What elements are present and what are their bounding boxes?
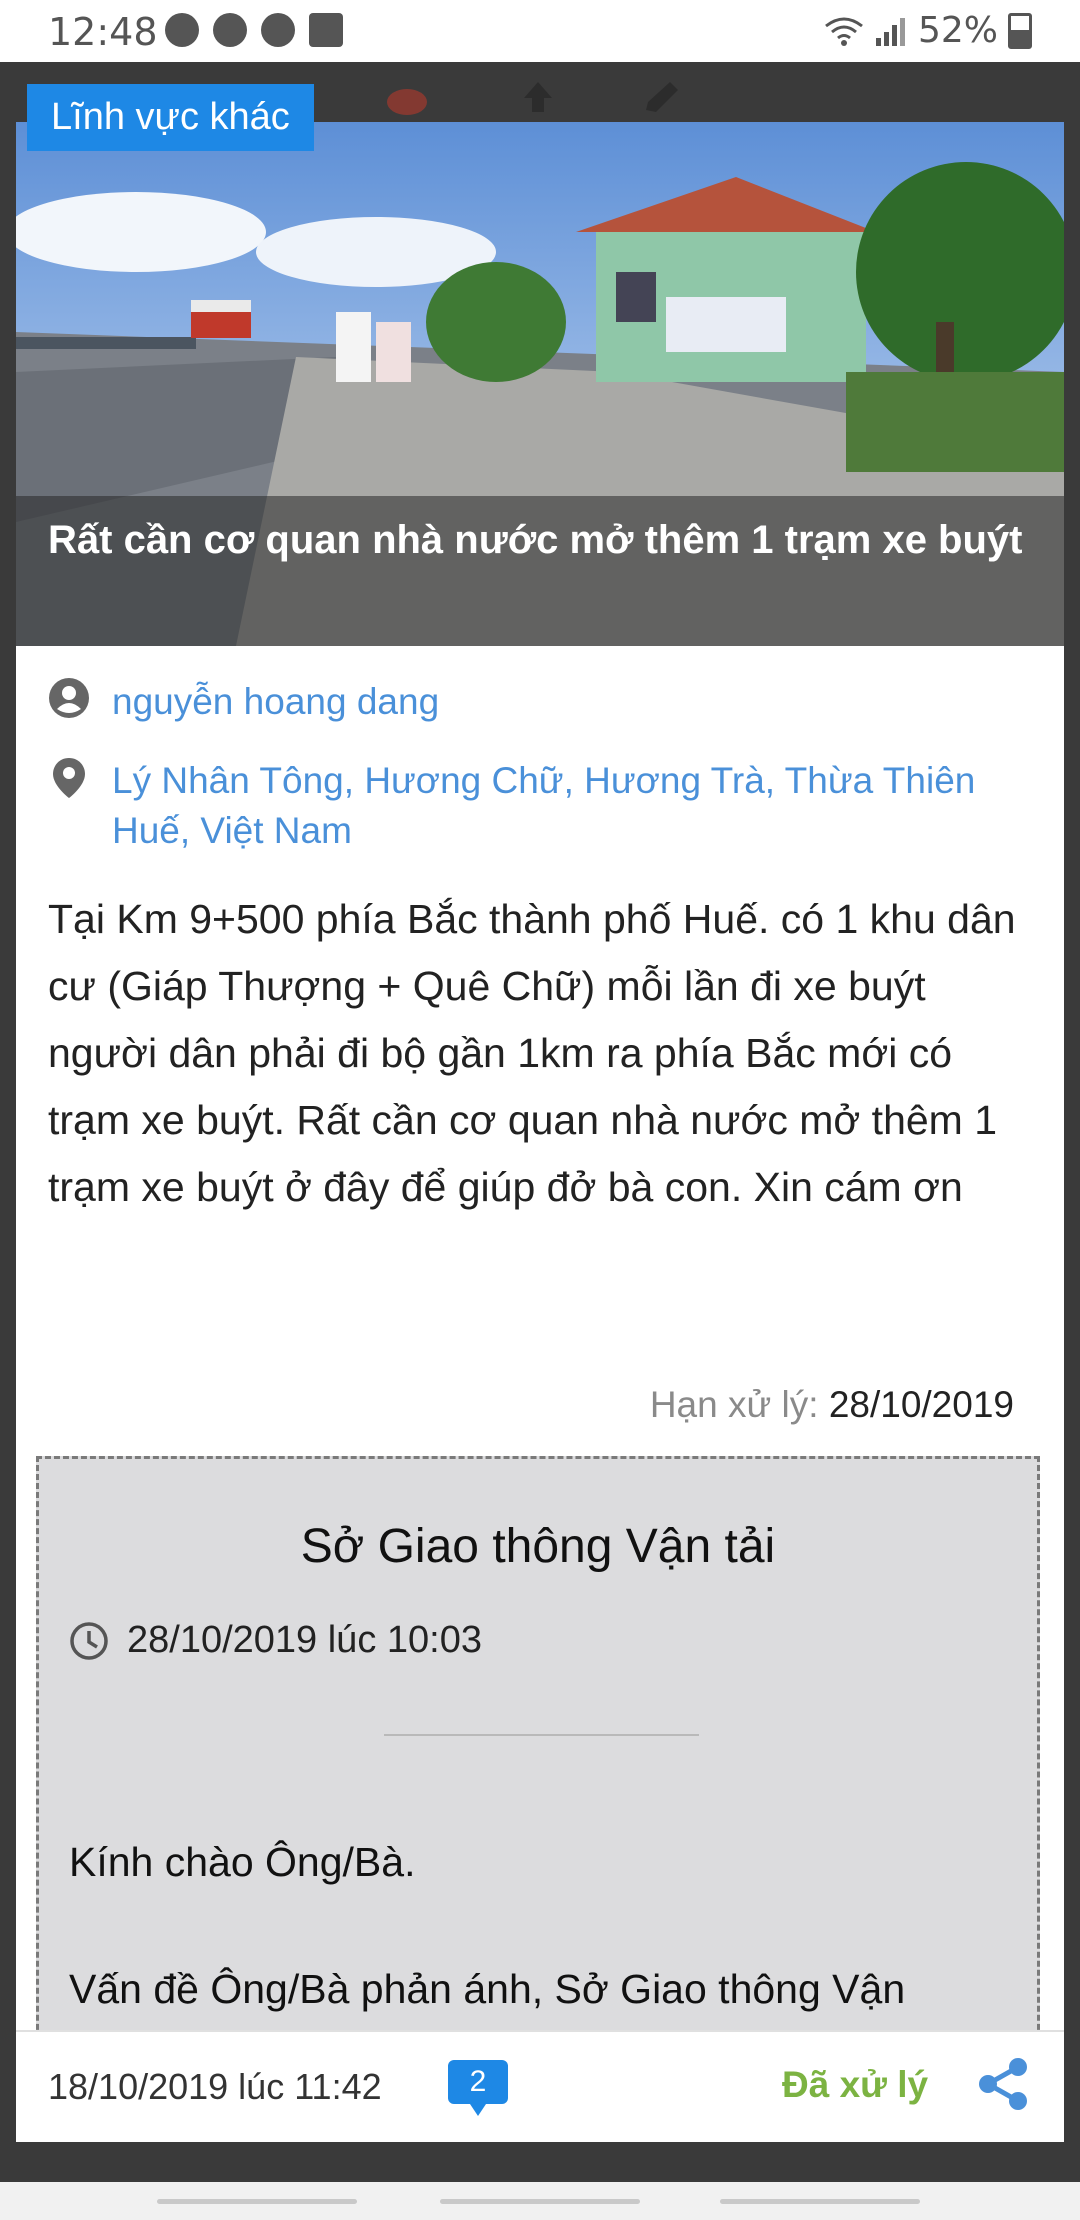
post-date: 18/10/2019 lúc 11:42: [48, 2066, 382, 2107]
signal-icon: [875, 17, 905, 46]
battery-icon: [1008, 12, 1032, 49]
clock-icon: [70, 1621, 108, 1660]
status-badge: Đã xử lý: [782, 2064, 929, 2105]
system-nav-bar: [0, 2182, 1080, 2220]
back-button[interactable]: [720, 2199, 920, 2204]
wifi-icon: [825, 17, 863, 46]
deadline: Hạn xử lý: 28/10/2019: [650, 1384, 1014, 1426]
deadline-value: 28/10/2019: [828, 1384, 1014, 1425]
share-icon[interactable]: [973, 2054, 1033, 2114]
reply-body: Vấn đề Ông/Bà phản ánh, Sở Giao thông Vậ…: [69, 1966, 906, 2012]
notification-icons: [165, 13, 343, 47]
post-body: Tại Km 9+500 phía Bắc thành phố Huế. có …: [48, 896, 1016, 1210]
reply-greeting: Kính chào Ông/Bà.: [69, 1839, 416, 1885]
app-notification-icon: [213, 13, 247, 47]
author-name: nguyễn hoang dang: [112, 681, 440, 722]
location-pin-icon: [53, 758, 85, 798]
comment-count-button[interactable]: 2: [448, 2060, 508, 2116]
reply-time-row: 28/10/2019 lúc 10:03: [69, 1619, 482, 1662]
post-footer: 18/10/2019 lúc 11:42 2 Đã xử lý: [16, 2030, 1064, 2142]
status-bar: 12:48 52%: [0, 0, 1080, 62]
post-card: Rất cần cơ quan nhà nước mở thêm 1 trạm …: [16, 122, 1064, 2142]
location-row[interactable]: Lý Nhân Tông, Hương Chữ, Hương Trà, Thừa…: [48, 756, 1012, 856]
deadline-label: Hạn xử lý:: [649, 1384, 819, 1425]
category-tag[interactable]: Lĩnh vực khác: [27, 84, 314, 151]
status-time: 12:48: [48, 10, 158, 54]
reply-agency: Sở Giao thông Vận tải: [300, 1520, 776, 1573]
post-title: Rất cần cơ quan nhà nước mở thêm 1 trạm …: [48, 518, 1023, 562]
location-text: Lý Nhân Tông, Hương Chữ, Hương Trà, Thừa…: [112, 760, 976, 851]
upload-icon: [524, 82, 552, 112]
recents-button[interactable]: [157, 2199, 357, 2204]
reply-time: 28/10/2019 lúc 10:03: [127, 1619, 482, 1661]
account-icon: [49, 678, 89, 718]
messenger-icon: [261, 13, 295, 47]
edit-icon: [646, 82, 678, 112]
author-row[interactable]: nguyễn hoang dang: [48, 677, 439, 727]
gallery-icon: [309, 13, 343, 47]
home-button[interactable]: [440, 2199, 640, 2204]
battery-percent: 52%: [917, 10, 998, 51]
reply-divider: [384, 1734, 699, 1736]
cloud-check-icon: [387, 89, 427, 115]
facebook-icon: [165, 13, 199, 47]
status-right: 52%: [824, 10, 1032, 51]
